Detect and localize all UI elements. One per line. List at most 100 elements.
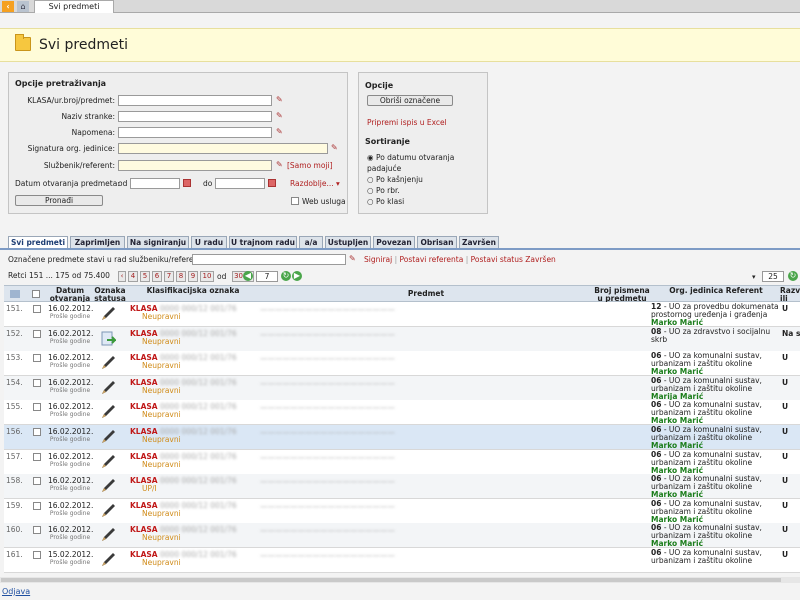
predmet-redacted[interactable]: —————————————————— bbox=[260, 404, 395, 412]
find-button[interactable]: Pronađi bbox=[15, 195, 103, 206]
excel-link[interactable]: Pripremi ispis u Excel bbox=[367, 118, 447, 127]
radio-icon[interactable]: ○ bbox=[367, 186, 374, 195]
postavi-referenta-link[interactable]: Postavi referenta bbox=[400, 255, 464, 264]
klasifikacijska-oznaka[interactable]: KLASA 0000 000/12 001/76 UP/I bbox=[130, 477, 237, 493]
pen-icon[interactable] bbox=[100, 454, 116, 470]
page-link[interactable]: 9 bbox=[188, 271, 198, 282]
referent-name[interactable]: Marko Marić bbox=[651, 490, 703, 499]
pen-icon[interactable] bbox=[100, 306, 116, 322]
table-row[interactable]: 155. 16.02.2012. Prošle godine KLASA 0000 0… bbox=[4, 400, 800, 425]
row-checkbox[interactable] bbox=[33, 403, 41, 411]
klasifikacijska-oznaka[interactable]: KLASA 0000 000/12 001/76 Neupravni bbox=[130, 551, 237, 567]
radio-icon[interactable]: ○ bbox=[367, 175, 374, 184]
referent-name[interactable]: Marko Marić bbox=[651, 367, 703, 376]
row-checkbox[interactable] bbox=[33, 526, 41, 534]
page-size-input[interactable]: 25 bbox=[762, 271, 784, 282]
sort-option[interactable]: ◉ Po datumu otvaranja padajuće bbox=[367, 152, 487, 174]
column-options-icon[interactable] bbox=[10, 290, 20, 298]
row-checkbox[interactable] bbox=[33, 428, 41, 436]
table-row[interactable]: 152. 16.02.2012. Prošle godine KLASA 0000 0… bbox=[4, 327, 800, 352]
predmet-redacted[interactable]: —————————————————— bbox=[260, 429, 395, 437]
page-prev-icon[interactable]: ‹ bbox=[118, 271, 126, 282]
signiraj-link[interactable]: Signiraj bbox=[364, 255, 392, 264]
row-checkbox[interactable] bbox=[33, 354, 41, 362]
pen-icon[interactable] bbox=[100, 404, 116, 420]
column-predmet[interactable]: Predmet bbox=[260, 290, 592, 298]
refresh-icon[interactable]: ↻ bbox=[788, 271, 798, 281]
table-row[interactable]: 159. 16.02.2012. Prošle godine KLASA 0000 0… bbox=[4, 499, 800, 524]
page-link[interactable]: 5 bbox=[140, 271, 150, 282]
radio-selected-icon[interactable]: ◉ bbox=[367, 153, 374, 162]
predmet-redacted[interactable]: —————————————————— bbox=[260, 380, 395, 388]
pen-icon[interactable] bbox=[100, 503, 116, 519]
web-usluga-checkbox[interactable] bbox=[291, 197, 299, 205]
klasa-input[interactable] bbox=[118, 95, 272, 106]
pen-icon[interactable] bbox=[100, 429, 116, 445]
razdoblje-dropdown[interactable]: Razdoblje... ▾ bbox=[290, 179, 340, 188]
edit-icon[interactable]: ✎ bbox=[276, 95, 283, 104]
table-row[interactable]: 160. 16.02.2012. Prošle godine KLASA 0000 0… bbox=[4, 523, 800, 548]
date-from-input[interactable] bbox=[130, 178, 180, 189]
predmet-redacted[interactable]: —————————————————— bbox=[260, 331, 395, 339]
klasifikacijska-oznaka[interactable]: KLASA 0000 000/12 001/76 Neupravni bbox=[130, 330, 237, 346]
page-link[interactable]: 4 bbox=[128, 271, 138, 282]
assign-input[interactable] bbox=[192, 254, 346, 265]
table-row[interactable]: 157. 16.02.2012. Prošle godine KLASA 0000 0… bbox=[4, 450, 800, 475]
row-checkbox[interactable] bbox=[33, 330, 41, 338]
predmet-redacted[interactable]: —————————————————— bbox=[260, 503, 395, 511]
edit-icon[interactable]: ✎ bbox=[276, 160, 283, 169]
referent-name[interactable]: Marko Marić bbox=[651, 441, 703, 450]
scrollbar-thumb[interactable] bbox=[1, 578, 781, 582]
clear-marked-button[interactable]: Obriši označene bbox=[367, 95, 453, 106]
edit-icon[interactable]: ✎ bbox=[331, 143, 338, 152]
pen-icon[interactable] bbox=[100, 478, 116, 494]
row-checkbox[interactable] bbox=[33, 305, 41, 313]
klasifikacijska-oznaka[interactable]: KLASA 0000 000/12 001/76 Neupravni bbox=[130, 403, 237, 419]
edit-icon[interactable]: ✎ bbox=[349, 254, 356, 263]
column-datum[interactable]: Datum otvaranja bbox=[46, 287, 94, 303]
page-input[interactable]: 7 bbox=[256, 271, 278, 282]
pen-icon[interactable] bbox=[100, 527, 116, 543]
table-row[interactable]: 153. 16.02.2012. Prošle godine KLASA 0000 0… bbox=[4, 351, 800, 376]
klasifikacijska-oznaka[interactable]: KLASA 0000 000/12 001/76 Neupravni bbox=[130, 526, 237, 542]
calendar-icon[interactable] bbox=[183, 179, 191, 187]
pen-icon[interactable] bbox=[100, 380, 116, 396]
klasifikacijska-oznaka[interactable]: KLASA 0000 000/12 001/76 Neupravni bbox=[130, 305, 237, 321]
page-size-chevron-icon[interactable]: ▾ bbox=[752, 273, 756, 281]
column-klasifikacijska-oznaka[interactable]: Klasifikacijska oznaka bbox=[130, 287, 256, 295]
pen-icon[interactable] bbox=[100, 355, 116, 371]
table-row[interactable]: 154. 16.02.2012. Prošle godine KLASA 0000 0… bbox=[4, 376, 800, 401]
calendar-icon[interactable] bbox=[268, 179, 276, 187]
select-all-checkbox[interactable] bbox=[32, 290, 40, 298]
column-broj-pismena[interactable]: Broj pismena u predmetu bbox=[594, 287, 650, 303]
sort-option[interactable]: ○ Po klasi bbox=[367, 196, 487, 207]
refresh-icon[interactable]: ↻ bbox=[281, 271, 291, 281]
column-oznaka-statusa[interactable]: Oznaka statusa bbox=[92, 287, 128, 303]
next-page-icon[interactable]: ▶ bbox=[292, 271, 302, 281]
referent-name[interactable]: Marko Marić bbox=[651, 318, 703, 327]
referent-input[interactable] bbox=[118, 160, 272, 171]
predmet-redacted[interactable]: —————————————————— bbox=[260, 454, 395, 462]
row-checkbox[interactable] bbox=[33, 502, 41, 510]
table-row[interactable]: 156. 16.02.2012. Prošle godine KLASA 0000 0… bbox=[4, 425, 800, 450]
prev-page-icon[interactable]: ◀ bbox=[243, 271, 253, 281]
klasifikacijska-oznaka[interactable]: KLASA 0000 000/12 001/76 Neupravni bbox=[130, 428, 237, 444]
radio-icon[interactable]: ○ bbox=[367, 197, 374, 206]
pen-icon[interactable] bbox=[100, 552, 116, 568]
klasifikacijska-oznaka[interactable]: KLASA 0000 000/12 001/76 Neupravni bbox=[130, 502, 237, 518]
predmet-redacted[interactable]: —————————————————— bbox=[260, 355, 395, 363]
referent-name[interactable]: Marko Marić bbox=[651, 416, 703, 425]
referent-name[interactable]: Marko Marić bbox=[651, 539, 703, 548]
document-arrow-icon[interactable] bbox=[100, 331, 118, 347]
postavi-status-link[interactable]: Postavi status Završen bbox=[471, 255, 556, 264]
logout-link[interactable]: Odjava bbox=[2, 587, 30, 596]
row-checkbox[interactable] bbox=[33, 379, 41, 387]
horizontal-scrollbar[interactable] bbox=[0, 577, 800, 583]
klasifikacijska-oznaka[interactable]: KLASA 0000 000/12 001/76 Neupravni bbox=[130, 379, 237, 395]
naziv-stranke-input[interactable] bbox=[118, 111, 272, 122]
predmet-redacted[interactable]: —————————————————— bbox=[260, 527, 395, 535]
samo-moji-link[interactable]: [Samo moji] bbox=[287, 161, 333, 170]
page-link[interactable]: 6 bbox=[152, 271, 162, 282]
predmet-redacted[interactable]: —————————————————— bbox=[260, 552, 395, 560]
page-link[interactable]: 7 bbox=[164, 271, 174, 282]
